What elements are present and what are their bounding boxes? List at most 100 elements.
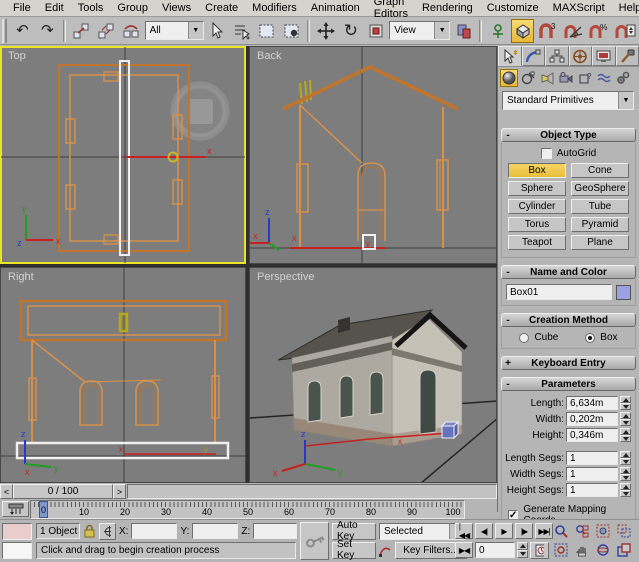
category-systems-icon[interactable] [614, 69, 632, 87]
window-crossing-selection-icon[interactable] [281, 19, 304, 43]
next-frame-button[interactable]: |▶ [515, 523, 533, 539]
select-and-link-icon[interactable] [70, 19, 93, 43]
primitive-plane-button[interactable]: Plane [571, 235, 629, 250]
rollout-object-type-header[interactable]: - Object Type [501, 128, 636, 142]
category-shapes-icon[interactable] [519, 69, 537, 87]
primitive-geosphere-button[interactable]: GeoSphere [571, 181, 629, 196]
viewport-right-label[interactable]: Right [8, 271, 34, 283]
viewport-perspective[interactable]: Perspective x [249, 267, 497, 483]
spinner-snap-toggle-icon[interactable] [613, 19, 637, 43]
set-key-button[interactable]: Set Key [332, 542, 376, 559]
height-spinner[interactable] [620, 428, 631, 442]
tab-utilities[interactable] [616, 46, 639, 66]
select-by-name-icon[interactable] [231, 19, 254, 43]
time-slider-track[interactable] [127, 484, 497, 499]
maximize-viewport-toggle-icon[interactable] [614, 542, 633, 559]
menu-group[interactable]: Group [110, 1, 155, 15]
length-segs-spinner[interactable] [620, 451, 631, 465]
previous-frame-button[interactable]: ◀| [475, 523, 493, 539]
length-segs-input[interactable]: 1 [566, 451, 618, 465]
category-lights-icon[interactable] [538, 69, 556, 87]
select-and-move-icon[interactable] [314, 19, 337, 43]
menu-file[interactable]: File [6, 1, 38, 15]
menu-modifiers[interactable]: Modifiers [245, 1, 304, 15]
rollout-creation-method-header[interactable]: - Creation Method [501, 313, 636, 327]
primitive-cylinder-button[interactable]: Cylinder [508, 199, 566, 214]
rollout-parameters-header[interactable]: - Parameters [501, 377, 636, 391]
select-and-rotate-icon[interactable]: ↻ [339, 19, 362, 43]
viewport-back[interactable]: Back y z x x [249, 46, 497, 264]
autogrid-checkbox[interactable] [541, 148, 552, 159]
set-keys-button[interactable] [300, 522, 329, 560]
angle-snap-toggle-icon[interactable] [561, 19, 585, 43]
go-to-start-button[interactable]: |◀◀ [455, 523, 473, 539]
arc-rotate-icon[interactable] [593, 542, 612, 559]
menu-views[interactable]: Views [155, 1, 198, 15]
primitive-box-button[interactable]: Box [508, 163, 566, 178]
viewport-top[interactable]: Top x y x z [0, 46, 246, 264]
pan-hand-icon[interactable] [572, 542, 591, 559]
current-frame-marker[interactable]: 0 [39, 501, 48, 518]
viewport-back-label[interactable]: Back [257, 50, 281, 62]
width-spinner[interactable] [620, 412, 631, 426]
tab-create[interactable] [498, 46, 522, 66]
category-geometry-icon[interactable] [500, 69, 518, 87]
select-and-manipulate-icon[interactable] [486, 19, 509, 43]
current-frame-input[interactable]: 0 [475, 542, 515, 558]
key-mode-dropdown[interactable]: Selected▼ [379, 523, 465, 540]
y-coordinate-input[interactable] [192, 523, 238, 539]
rollout-name-color-header[interactable]: - Name and Color [501, 265, 636, 279]
redo-icon[interactable]: ↷ [36, 19, 59, 43]
viewport-top-label[interactable]: Top [8, 50, 26, 62]
mini-curve-editor-button[interactable] [2, 501, 29, 517]
percent-snap-toggle-icon[interactable]: % [587, 19, 611, 43]
viewport-right[interactable]: Right x y z x y [0, 267, 246, 483]
key-mode-toggle-button[interactable]: ▶◀ [455, 542, 473, 558]
primitive-sphere-button[interactable]: Sphere [508, 181, 566, 196]
menu-tools[interactable]: Tools [71, 1, 111, 15]
width-segs-spinner[interactable] [620, 467, 631, 481]
chevron-down-icon[interactable]: ▼ [434, 22, 449, 39]
category-cameras-icon[interactable] [557, 69, 575, 87]
zoom-extents-all-icon[interactable] [614, 523, 633, 540]
default-in-out-tangents-icon[interactable] [379, 544, 392, 557]
length-input[interactable]: 6,634m [566, 396, 618, 410]
primitive-torus-button[interactable]: Torus [508, 217, 566, 232]
auto-key-button[interactable]: Auto Key [332, 523, 376, 540]
play-button[interactable]: ▶ [495, 523, 513, 539]
menu-help[interactable]: Help [612, 1, 639, 15]
height-segs-input[interactable]: 1 [566, 483, 618, 497]
category-helpers-icon[interactable]: ? [576, 69, 594, 87]
select-and-scale-icon[interactable] [364, 19, 387, 43]
rollout-keyboard-entry-header[interactable]: + Keyboard Entry [501, 356, 636, 370]
menu-create[interactable]: Create [198, 1, 245, 15]
width-segs-input[interactable]: 1 [566, 467, 618, 481]
maxscript-mini-listener-white[interactable] [2, 542, 32, 559]
keyboard-shortcut-override-toggle[interactable] [511, 19, 534, 43]
tab-motion[interactable] [569, 46, 593, 66]
primitive-cone-button[interactable]: Cone [571, 163, 629, 178]
absolute-offset-mode-toggle[interactable] [99, 523, 116, 540]
tab-hierarchy[interactable] [545, 46, 569, 66]
primitives-category-dropdown[interactable]: Standard Primitives▼ [502, 91, 634, 110]
select-object-icon[interactable] [206, 19, 229, 43]
undo-icon[interactable]: ↶ [11, 19, 34, 43]
creation-method-cube-radio[interactable] [519, 333, 529, 343]
zoom-icon[interactable] [551, 523, 570, 540]
zoom-extents-icon[interactable] [593, 523, 612, 540]
menu-maxscript[interactable]: MAXScript [546, 1, 612, 15]
category-space-warps-icon[interactable] [595, 69, 613, 87]
frame-spinner[interactable] [517, 542, 528, 558]
height-input[interactable]: 0,346m [566, 428, 618, 442]
z-coordinate-input[interactable] [253, 523, 297, 539]
rectangular-selection-region-icon[interactable] [256, 19, 279, 43]
snaps-toggle-icon[interactable]: 3 [536, 19, 559, 43]
region-zoom-icon[interactable] [551, 542, 570, 559]
object-color-swatch[interactable] [616, 285, 631, 300]
next-frame-arrow[interactable]: > [113, 484, 126, 499]
zoom-all-icon[interactable] [572, 523, 591, 540]
chevron-down-icon[interactable]: ▼ [188, 22, 203, 39]
menu-edit[interactable]: Edit [38, 1, 71, 15]
menu-rendering[interactable]: Rendering [415, 1, 480, 15]
time-slider-thumb[interactable]: 0 / 100 [13, 484, 113, 499]
